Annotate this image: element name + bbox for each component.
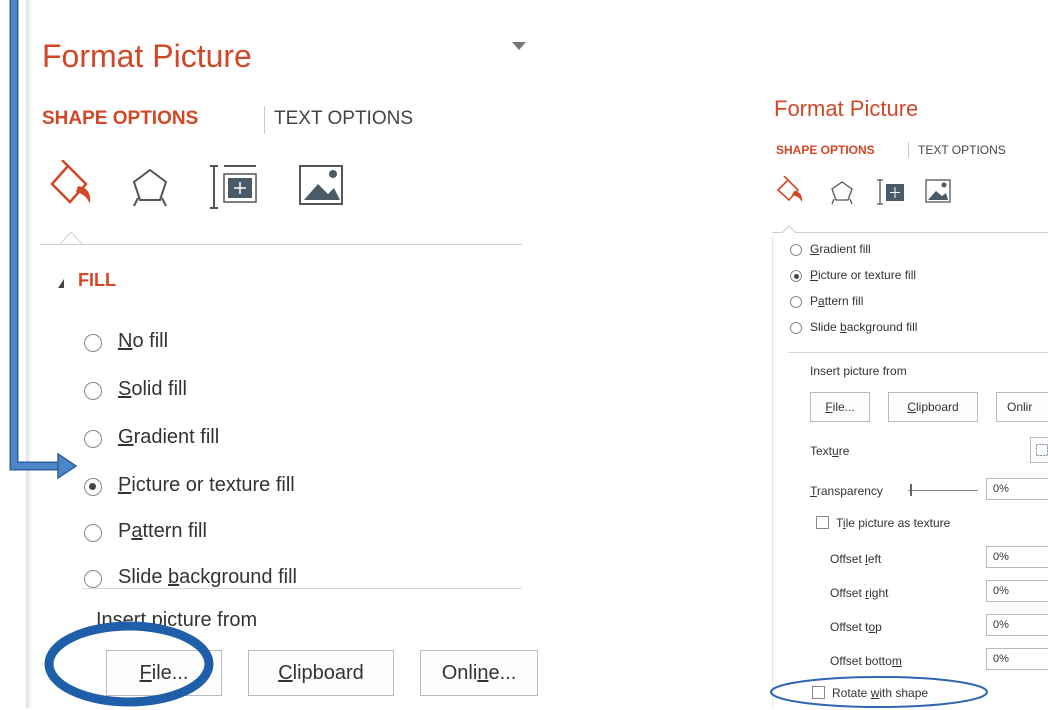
tile-picture-checkbox[interactable] (816, 516, 829, 529)
online-button[interactable]: Onli n e... (420, 650, 538, 696)
pane-title-small: Format Picture (774, 96, 919, 121)
tab-separator (264, 106, 265, 134)
size-properties-icon[interactable] (210, 165, 257, 209)
fill-option-label[interactable]: Solid fill (118, 378, 187, 401)
callout-arrow-icon (9, 0, 78, 480)
fill-option-label-small[interactable]: Picture or texture fill (810, 268, 916, 282)
fill-option-label[interactable]: Gradient fill (118, 426, 219, 449)
category-icons-small (776, 176, 951, 205)
fill-line-icon[interactable] (776, 176, 803, 202)
texture-picker-button[interactable] (1030, 437, 1048, 463)
effects-pentagon-icon[interactable] (132, 168, 168, 207)
selected-tab-notch-small (782, 225, 796, 234)
clipboard-button[interactable]: Clipboard (248, 650, 394, 696)
file-button-small[interactable]: File... (810, 392, 870, 422)
size-properties-icon[interactable] (877, 179, 904, 205)
format-picture-pane-small: Format Picture SHAPE OPTIONS TEXT OPTION… (768, 0, 1048, 708)
file-button-highlight-ellipse (44, 621, 214, 707)
fill-option-radio-small[interactable] (790, 296, 802, 308)
fill-option-label[interactable]: Slide background fill (118, 566, 297, 589)
tab-text-options[interactable]: TEXT OPTIONS (274, 108, 413, 130)
fill-option-radio[interactable] (84, 570, 102, 588)
offset-label: Offset bottom (830, 654, 902, 668)
pane-left-border (772, 236, 773, 708)
fill-option-label[interactable]: Picture or texture fill (118, 474, 295, 497)
offset-input[interactable]: 0% (986, 648, 1048, 670)
offset-input[interactable]: 0% (986, 614, 1048, 636)
fill-option-label[interactable]: Pattern fill (118, 520, 207, 543)
transparency-input[interactable]: 0% (986, 478, 1048, 500)
fill-option-radio-small[interactable] (790, 244, 802, 256)
texture-swatch-icon (1036, 444, 1048, 456)
offset-label: Offset top (830, 620, 882, 634)
offset-label: Offset right (830, 586, 889, 600)
insert-picture-label-small: Insert picture from (810, 364, 907, 378)
rotate-checkbox-highlight-ellipse (770, 676, 988, 708)
section-divider (40, 244, 522, 245)
pane-options-dropdown-icon[interactable] (512, 42, 526, 50)
offset-input[interactable]: 0% (986, 580, 1048, 602)
fill-option-radio-small[interactable] (790, 322, 802, 334)
clipboard-button-small[interactable]: Clipboard (888, 392, 978, 422)
transparency-slider-thumb[interactable] (910, 484, 912, 496)
fill-option-label-small[interactable]: Slide background fill (810, 320, 917, 334)
insert-divider (82, 588, 522, 589)
texture-label: Texture (810, 444, 850, 458)
tile-picture-label: Tile picture as texture (836, 516, 951, 530)
offset-label: Offset left (830, 552, 882, 566)
fill-option-radio-small[interactable] (790, 270, 802, 282)
online-button-small[interactable]: Onlir (996, 392, 1048, 422)
fill-option-label-small[interactable]: Pattern fill (810, 294, 863, 308)
section-divider-small (772, 232, 1048, 233)
transparency-label: Transparency (810, 484, 883, 498)
tab-separator-small (908, 142, 909, 158)
offset-input[interactable]: 0% (986, 546, 1048, 568)
tab-text-options-small[interactable]: TEXT OPTIONS (918, 143, 1006, 157)
tab-shape-options-small[interactable]: SHAPE OPTIONS (776, 143, 875, 157)
fill-option-label[interactable]: No fill (118, 330, 168, 353)
picture-icon[interactable] (299, 165, 343, 205)
fill-option-label-small[interactable]: Gradient fill (810, 242, 871, 256)
insert-divider-small (788, 352, 1048, 353)
fill-option-radio[interactable] (84, 524, 102, 542)
picture-icon[interactable] (925, 179, 951, 203)
effects-pentagon-icon[interactable] (831, 181, 853, 205)
transparency-slider-track[interactable] (908, 490, 978, 491)
